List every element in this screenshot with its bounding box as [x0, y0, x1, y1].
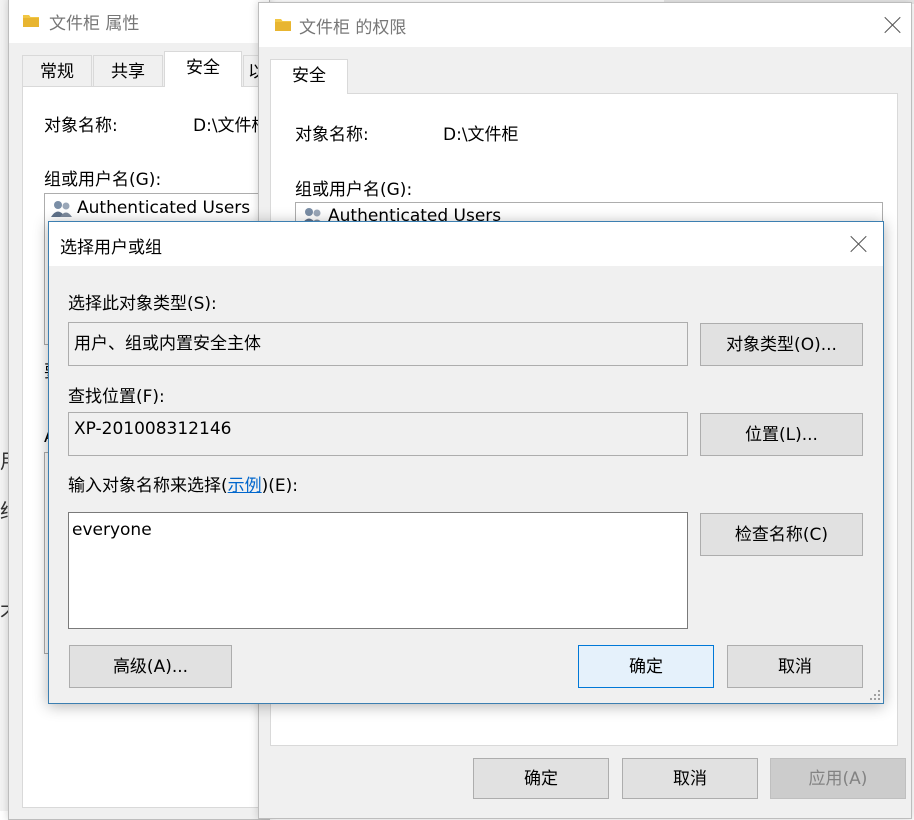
dialog-title: 选择用户或组 [60, 238, 162, 258]
group-label: 组或用户名(G): [295, 180, 413, 200]
group-label: 组或用户名(G): [44, 170, 162, 190]
cancel-button[interactable]: 取消 [622, 758, 758, 799]
close-icon[interactable] [849, 234, 869, 254]
locations-button[interactable]: 位置(L)... [700, 413, 863, 456]
object-name-label: 对象名称: [295, 125, 369, 145]
close-icon[interactable] [883, 15, 903, 35]
tab-security[interactable]: 安全 [270, 59, 348, 94]
location-label: 查找位置(F): [68, 387, 165, 407]
button-label: 对象类型(O)... [726, 335, 837, 355]
properties-titlebar: 文件柜 属性 [9, 0, 269, 43]
button-label: 确定 [629, 657, 663, 677]
object-name-label: 对象名称: [44, 116, 118, 136]
tab-security[interactable]: 安全 [164, 51, 242, 87]
tab-label: 安全 [292, 66, 326, 86]
label-text: 输入对象名称来选择( [68, 476, 228, 496]
object-name-value: D:\文件柜 [443, 125, 519, 145]
permissions-titlebar: 文件柜 的权限 [259, 3, 911, 47]
label-text: )(E): [261, 476, 299, 496]
dialog-titlebar: 选择用户或组 [49, 222, 883, 266]
cancel-button[interactable]: 取消 [727, 645, 863, 688]
button-label: 高级(A)... [112, 657, 189, 677]
button-label: 位置(L)... [745, 425, 818, 445]
tab-sharing[interactable]: 共享 [93, 55, 163, 86]
folder-icon [275, 19, 291, 31]
apply-button[interactable]: 应用(A) [770, 758, 906, 799]
button-label: 应用(A) [808, 769, 868, 789]
button-label: 取消 [673, 769, 707, 789]
select-users-dialog: 选择用户或组 选择此对象类型(S): 用户、组或内置安全主体 对象类型(O)..… [48, 221, 884, 704]
enter-object-names-label: 输入对象名称来选择(示例)(E): [68, 471, 298, 496]
object-types-button[interactable]: 对象类型(O)... [700, 323, 863, 366]
button-label: 检查名称(C) [734, 525, 829, 545]
advanced-button[interactable]: 高级(A)... [69, 645, 232, 688]
button-label: 确定 [524, 769, 558, 789]
ok-button[interactable]: 确定 [578, 645, 714, 688]
object-type-label: 选择此对象类型(S): [68, 294, 217, 314]
properties-title: 文件柜 属性 [49, 14, 140, 34]
button-label: 取消 [778, 657, 812, 677]
check-names-button[interactable]: 检查名称(C) [700, 513, 863, 556]
input-value: everyone [72, 520, 152, 540]
resize-grip-icon[interactable] [869, 689, 881, 701]
user-list-item[interactable]: Authenticated Users [77, 198, 250, 218]
object-type-field: 用户、组或内置安全主体 [68, 322, 688, 366]
tab-label: 常规 [40, 62, 74, 82]
tab-general[interactable]: 常规 [22, 55, 92, 86]
permissions-title: 文件柜 的权限 [299, 18, 407, 38]
tab-label: 共享 [111, 62, 145, 82]
users-icon [51, 201, 72, 217]
ok-button[interactable]: 确定 [473, 758, 609, 799]
tab-label: 安全 [186, 58, 220, 78]
location-field: XP-201008312146 [68, 412, 688, 456]
field-value: 用户、组或内置安全主体 [74, 334, 261, 354]
examples-link[interactable]: 示例 [228, 476, 262, 496]
field-value: XP-201008312146 [74, 419, 232, 439]
object-names-input[interactable]: everyone [68, 512, 688, 629]
folder-icon [23, 15, 39, 27]
